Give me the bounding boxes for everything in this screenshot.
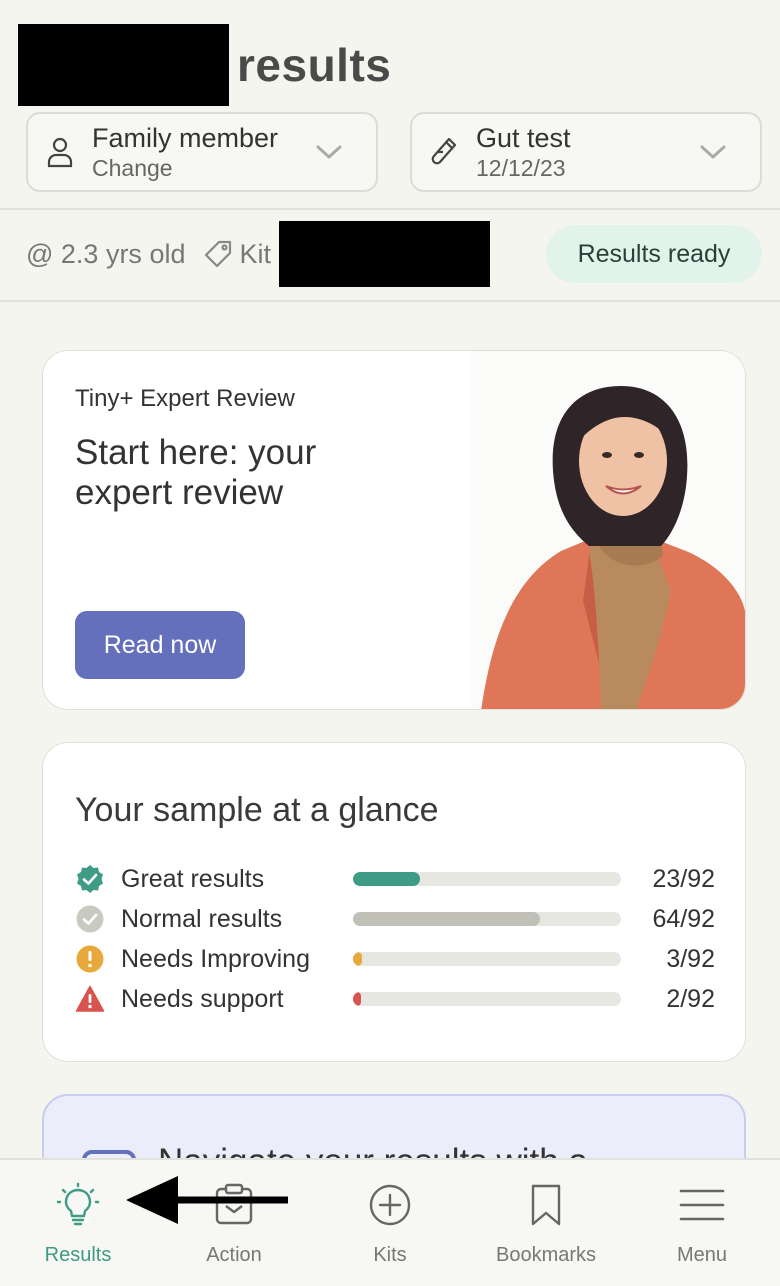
bookmark-icon — [531, 1184, 561, 1226]
sample-glance-card: Your sample at a glance Great results 23… — [42, 742, 746, 1062]
progress-bar — [353, 992, 621, 1006]
progress-fill — [353, 912, 540, 926]
kit-meta-row: @ 2.3 yrs old Kit Results ready — [26, 220, 762, 288]
glance-label: Needs support — [121, 984, 284, 1013]
tag-icon — [205, 240, 232, 268]
nav-item-kits[interactable]: Kits — [312, 1160, 468, 1286]
person-icon — [47, 137, 73, 168]
kit-label: Kit — [239, 238, 271, 269]
redacted-kit-id — [278, 221, 490, 287]
redacted-name — [18, 24, 229, 106]
expert-review-card[interactable]: Tiny+ Expert Review Start here: your exp… — [42, 350, 746, 710]
read-now-button[interactable]: Read now — [75, 611, 245, 679]
progress-bar — [353, 952, 621, 966]
glance-row-support[interactable]: Needs support 2/92 — [75, 979, 715, 1019]
warning-triangle-icon — [75, 985, 105, 1012]
card-eyebrow: Tiny+ Expert Review — [75, 385, 295, 412]
chevron-down-icon — [700, 145, 726, 159]
chevron-down-icon — [316, 145, 342, 159]
nav-label: Kits — [373, 1244, 407, 1266]
glance-label: Normal results — [121, 904, 283, 933]
progress-fill — [353, 952, 362, 966]
glance-title: Your sample at a glance — [75, 791, 439, 829]
card-heading: Start here: your expert review — [75, 433, 317, 512]
expert-photo — [471, 351, 745, 709]
age-text: @ 2.3 yrs old — [26, 238, 186, 269]
progress-bar — [353, 912, 621, 926]
glance-label: Great results — [121, 864, 265, 893]
progress-fill — [353, 872, 420, 886]
test-selector[interactable]: Gut test 12/12/23 — [410, 112, 762, 192]
check-circle-icon — [76, 905, 104, 933]
exclamation-circle-icon — [76, 945, 104, 973]
page-header: results — [18, 24, 391, 106]
test-tube-icon — [431, 137, 457, 165]
nav-label: Action — [206, 1244, 262, 1266]
glance-row-normal[interactable]: Normal results 64/92 — [75, 899, 715, 939]
divider — [0, 300, 780, 302]
family-member-label: Family member — [92, 123, 279, 153]
nav-item-menu[interactable]: Menu — [624, 1160, 780, 1286]
plus-circle-icon — [369, 1184, 411, 1226]
test-type-label: Gut test — [476, 123, 571, 153]
glance-list: Great results 23/92 Normal results 64/92 — [75, 859, 715, 1019]
nav-label: Results — [44, 1244, 112, 1266]
progress-bar — [353, 872, 621, 886]
glance-count: 2/92 — [666, 984, 715, 1013]
progress-fill — [353, 992, 362, 1006]
glance-count: 64/92 — [652, 904, 715, 933]
bottom-nav: Results Action Kits Bookmarks Menu — [0, 1158, 780, 1286]
glance-row-improving[interactable]: Needs Improving 3/92 — [75, 939, 715, 979]
test-date: 12/12/23 — [476, 155, 566, 181]
status-badge: Results ready — [546, 225, 762, 283]
nav-item-bookmarks[interactable]: Bookmarks — [468, 1160, 624, 1286]
lightbulb-icon — [56, 1182, 100, 1226]
page-title: results — [237, 39, 392, 91]
glance-row-great[interactable]: Great results 23/92 — [75, 859, 715, 899]
annotation-arrow-icon — [126, 1176, 288, 1224]
change-link[interactable]: Change — [92, 154, 314, 182]
divider — [0, 208, 780, 210]
nav-label: Bookmarks — [495, 1244, 597, 1266]
check-badge-icon — [77, 865, 103, 893]
glance-count: 23/92 — [652, 864, 715, 893]
nav-label: Menu — [676, 1244, 728, 1266]
glance-count: 3/92 — [666, 944, 715, 973]
family-member-selector[interactable]: Family member Change — [26, 112, 378, 192]
glance-label: Needs Improving — [121, 944, 310, 973]
hamburger-icon — [679, 1189, 725, 1221]
